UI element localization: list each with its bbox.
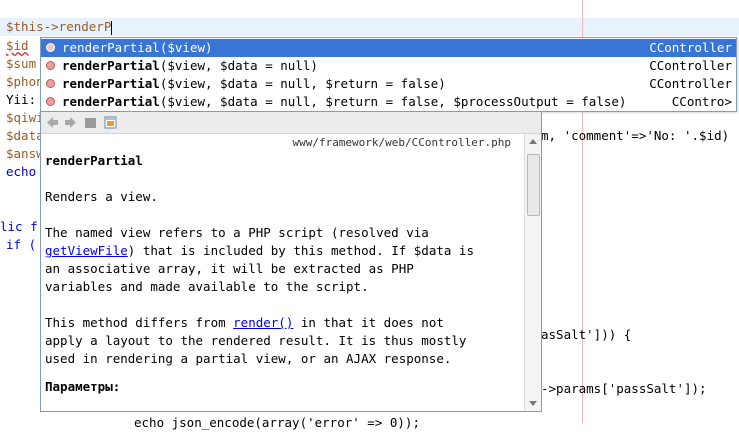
fragment-text: m, 'comment'=>'No: '.$id) <box>541 128 730 143</box>
completion-item[interactable]: renderPartial($view, $data = null, $retu… <box>41 75 736 93</box>
code-line-6: $data <box>6 128 44 143</box>
typed-code: $this->renderP <box>6 19 112 34</box>
doc-paragraph-line: an associative array, it will be extract… <box>45 261 414 276</box>
back-icon[interactable] <box>45 115 60 130</box>
doc-title: renderPartial <box>45 153 143 168</box>
doc-text-segment: in that it does not <box>293 315 444 330</box>
open-in-browser-icon[interactable] <box>103 115 118 130</box>
code-line-2: $sum <box>6 56 37 71</box>
doc-paragraph-line: This method differs from render() in tha… <box>45 314 444 332</box>
doc-content: www/framework/web/CController.php render… <box>41 134 525 411</box>
code-line-3: $phon <box>6 74 44 89</box>
code-line-7: $answ <box>6 146 44 161</box>
text-caret <box>111 20 113 35</box>
render-link[interactable]: render() <box>233 315 293 330</box>
completion-signature: renderPartial($view) <box>62 39 213 57</box>
editor-input-line[interactable]: $this->renderP <box>6 18 113 36</box>
scroll-thumb[interactable] <box>527 154 540 216</box>
method-icon <box>46 43 55 52</box>
doc-text-segment: This method differs from <box>45 315 234 330</box>
doc-toolbar <box>41 112 541 134</box>
getviewfile-link[interactable]: getViewFile <box>45 243 128 258</box>
forward-icon[interactable] <box>63 115 78 130</box>
doc-params-heading: Параметры: <box>45 379 121 394</box>
completion-params: ($view, $data = null) <box>159 58 318 73</box>
doc-file-path: www/framework/web/CController.php <box>292 136 511 149</box>
completion-signature: renderPartial($view, $data = null, $retu… <box>62 93 626 111</box>
source-icon[interactable] <box>83 115 98 130</box>
scroll-down-arrow[interactable] <box>529 401 537 406</box>
code-line-5: $qiwi <box>6 110 44 125</box>
completion-popup[interactable]: renderPartial($view) CController renderP… <box>40 37 737 112</box>
completion-class: CContro> <box>671 94 732 109</box>
doc-paragraph-line: The named view refers to a PHP script (r… <box>45 225 429 240</box>
code-line-8: echo <box>6 164 37 179</box>
fragment-text: ->params['passSalt']); <box>541 381 707 396</box>
completion-params: ($view, $data = null, $return = false, $… <box>159 94 627 109</box>
completion-params: ($view) <box>159 40 213 55</box>
completion-item[interactable]: renderPartial($view, $data = null, $retu… <box>41 93 736 111</box>
code-line-10: if ( <box>6 237 37 252</box>
scroll-up-arrow[interactable] <box>529 139 537 144</box>
completion-name: renderPartial <box>62 94 160 109</box>
method-icon <box>46 79 55 88</box>
doc-paragraph-line: variables and made available to the scri… <box>45 279 369 294</box>
method-icon <box>46 97 55 106</box>
fragment-text: asSalt'])) { <box>541 327 632 342</box>
doc-paragraph-line: apply a layout to the rendered result. I… <box>45 333 467 348</box>
completion-item[interactable]: renderPartial($view, $data = null) CCont… <box>41 57 736 75</box>
doc-text-segment: ) that is included by this method. If $d… <box>127 243 474 258</box>
completion-class: CController <box>649 58 732 73</box>
completion-signature: renderPartial($view, $data = null) <box>62 57 318 75</box>
completion-class: CController <box>649 40 732 55</box>
doc-paragraph-line: getViewFile) that is included by this me… <box>45 242 474 260</box>
completion-name: renderPartial <box>62 40 160 55</box>
code-line-passsalt-2: ->params['passSalt']); <box>541 380 707 398</box>
code-line-4: Yii: <box>6 92 37 107</box>
doc-scrollbar[interactable] <box>524 134 541 411</box>
code-line-1: $id <box>6 38 29 53</box>
code-line-bottom: echo json_encode(array('error' => 0)); <box>134 415 420 430</box>
code-line-right-fragment: m, 'comment'=>'No: '.$id) <box>541 127 729 145</box>
completion-signature: renderPartial($view, $data = null, $retu… <box>62 75 446 93</box>
doc-summary: Renders a view. <box>45 189 158 204</box>
code-line-passsalt-1: asSalt'])) { <box>541 326 631 344</box>
completion-name: renderPartial <box>62 58 160 73</box>
method-icon <box>46 61 55 70</box>
doc-paragraph-line: used in rendering a partial view, or an … <box>45 351 452 366</box>
documentation-popup[interactable]: www/framework/web/CController.php render… <box>40 111 542 412</box>
completion-params: ($view, $data = null, $return = false) <box>159 76 446 91</box>
code-line-9: lic f <box>0 219 38 234</box>
completion-name: renderPartial <box>62 76 160 91</box>
completion-item[interactable]: renderPartial($view) CController <box>41 39 736 57</box>
completion-class: CController <box>649 76 732 91</box>
